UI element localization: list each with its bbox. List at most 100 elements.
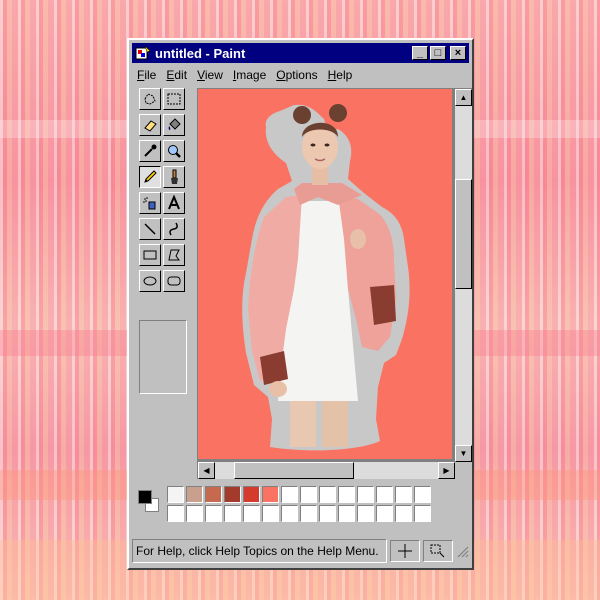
text-icon	[168, 195, 180, 210]
scrollbar-corner	[455, 462, 472, 479]
drawing-canvas[interactable]	[198, 89, 452, 459]
palette-swatch[interactable]	[224, 505, 241, 522]
window-title: untitled - Paint	[155, 45, 246, 61]
curve-icon	[169, 222, 178, 236]
eraser-tool[interactable]	[139, 114, 161, 136]
free-form-select-icon	[144, 93, 156, 105]
palette-swatch[interactable]	[300, 486, 317, 503]
resize-grip-icon[interactable]	[455, 544, 469, 558]
palette-swatch[interactable]	[262, 505, 279, 522]
ellipse-tool[interactable]	[139, 270, 161, 292]
eraser-icon	[144, 120, 157, 132]
airbrush-tool[interactable]	[139, 192, 161, 214]
palette-swatch[interactable]	[281, 486, 298, 503]
palette-swatch[interactable]	[243, 486, 260, 503]
maximize-button[interactable]: □	[430, 46, 446, 60]
palette-swatch[interactable]	[376, 486, 393, 503]
tool-options-box[interactable]	[139, 320, 187, 394]
palette-swatch[interactable]	[357, 505, 374, 522]
canvas-area: ▲ ▼ ◀ ▶	[197, 88, 472, 479]
horizontal-scrollbar[interactable]: ◀ ▶	[198, 462, 455, 479]
maximize-icon: □	[434, 47, 442, 59]
rectangle-icon	[143, 250, 157, 260]
close-button[interactable]: ×	[450, 46, 466, 60]
palette-swatch[interactable]	[167, 486, 184, 503]
vertical-scroll-thumb[interactable]	[455, 179, 472, 289]
pencil-icon	[144, 170, 157, 183]
ellipse-icon	[143, 276, 157, 286]
scroll-up-button[interactable]: ▲	[455, 89, 472, 106]
minimize-icon: _	[416, 47, 424, 59]
vertical-scrollbar[interactable]: ▲ ▼	[455, 89, 472, 462]
menu-file[interactable]: File	[132, 68, 161, 82]
foreground-color-swatch[interactable]	[138, 490, 152, 504]
cursor-position-icon	[398, 544, 412, 558]
palette-swatch[interactable]	[262, 486, 279, 503]
cursor-position-cell	[390, 540, 420, 562]
rounded-rectangle-icon	[167, 276, 181, 286]
scroll-right-button[interactable]: ▶	[438, 462, 455, 479]
brush-icon	[171, 169, 178, 184]
palette-swatch[interactable]	[414, 486, 431, 503]
paint-window: untitled - Paint _ □ × File Edit View Im…	[127, 38, 474, 570]
magnifier-tool[interactable]	[163, 140, 185, 162]
paint-app-icon	[135, 45, 151, 60]
airbrush-icon	[143, 197, 156, 210]
menu-options[interactable]: Options	[271, 68, 322, 82]
palette-swatch[interactable]	[376, 505, 393, 522]
line-icon	[144, 223, 156, 235]
palette-swatch[interactable]	[167, 505, 184, 522]
palette-swatch[interactable]	[395, 505, 412, 522]
pick-color-tool[interactable]	[139, 140, 161, 162]
rounded-rectangle-tool[interactable]	[163, 270, 185, 292]
palette-swatch[interactable]	[205, 486, 222, 503]
scroll-left-button[interactable]: ◀	[198, 462, 215, 479]
arrow-down-icon: ▼	[459, 449, 468, 458]
magnifier-icon	[168, 145, 181, 158]
palette-swatch[interactable]	[224, 486, 241, 503]
palette-swatch[interactable]	[281, 505, 298, 522]
palette-swatch[interactable]	[319, 486, 336, 503]
rect-select-icon	[167, 93, 181, 105]
title-bar[interactable]: untitled - Paint _ □ ×	[132, 43, 469, 63]
palette-swatch[interactable]	[205, 505, 222, 522]
palette-swatch[interactable]	[186, 505, 203, 522]
arrow-up-icon: ▲	[459, 93, 468, 102]
palette-swatch[interactable]	[338, 505, 355, 522]
color-box	[135, 486, 471, 526]
palette-swatch[interactable]	[243, 505, 260, 522]
status-help-text: For Help, click Help Topics on the Help …	[132, 539, 387, 563]
minimize-button[interactable]: _	[412, 46, 428, 60]
arrow-right-icon: ▶	[443, 466, 450, 475]
current-colors[interactable]	[135, 486, 163, 522]
horizontal-scroll-thumb[interactable]	[234, 462, 354, 479]
palette-swatch[interactable]	[186, 486, 203, 503]
palette-swatch[interactable]	[338, 486, 355, 503]
toolbox	[135, 88, 191, 442]
rectangle-tool[interactable]	[139, 244, 161, 266]
menu-image[interactable]: Image	[228, 68, 271, 82]
scroll-down-button[interactable]: ▼	[455, 445, 472, 462]
menu-bar: File Edit View Image Options Help	[132, 65, 469, 85]
menu-edit[interactable]: Edit	[161, 68, 192, 82]
select-tool[interactable]	[163, 88, 185, 110]
menu-help[interactable]: Help	[323, 68, 358, 82]
palette-swatch[interactable]	[319, 505, 336, 522]
palette-swatch[interactable]	[395, 486, 412, 503]
paint-bucket-icon	[168, 118, 181, 130]
pencil-tool[interactable]	[139, 166, 161, 188]
palette-swatch[interactable]	[300, 505, 317, 522]
brush-tool[interactable]	[163, 166, 185, 188]
color-palette	[167, 486, 431, 522]
menu-view[interactable]: View	[192, 68, 228, 82]
eyedropper-icon	[144, 144, 157, 157]
polygon-tool[interactable]	[163, 244, 185, 266]
curve-tool[interactable]	[163, 218, 185, 240]
selection-size-cell	[423, 540, 453, 562]
palette-swatch[interactable]	[357, 486, 374, 503]
palette-swatch[interactable]	[414, 505, 431, 522]
line-tool[interactable]	[139, 218, 161, 240]
fill-with-color-tool[interactable]	[163, 114, 185, 136]
text-tool[interactable]	[163, 192, 185, 214]
free-form-select-tool[interactable]	[139, 88, 161, 110]
